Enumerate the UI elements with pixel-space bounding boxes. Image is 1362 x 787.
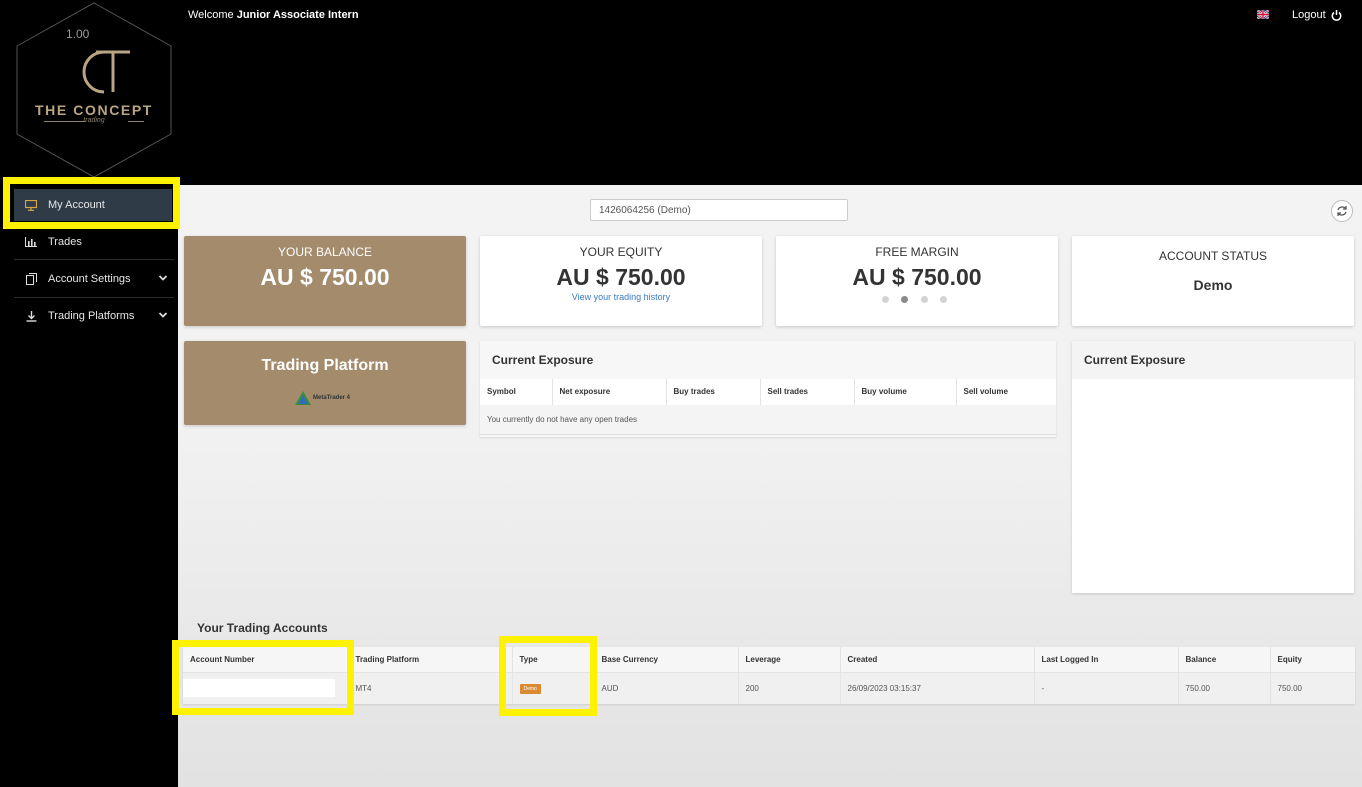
table-row[interactable]: MT4 Demo AUD 200 26/09/2023 03:15:37 - 7… xyxy=(183,672,1355,704)
uk-flag-icon[interactable] xyxy=(1257,10,1269,19)
brand-logo: 1.00 THE CONCEPT trading xyxy=(14,2,174,178)
refresh-button[interactable] xyxy=(1331,200,1353,222)
column-header[interactable]: Base Currency xyxy=(594,647,739,673)
main-content: 1426064256 (Demo) YOUR BALANCE AU $ 750.… xyxy=(178,185,1362,787)
panel-title: Current Exposure xyxy=(1084,353,1186,367)
power-icon xyxy=(1331,9,1342,21)
chevron-down-icon xyxy=(158,312,168,318)
account-status-value: Demo xyxy=(1193,277,1233,293)
equity-card: YOUR EQUITY AU $ 750.00 View your tradin… xyxy=(480,236,762,326)
metatrader-logo: MetaTrader 4 xyxy=(295,391,350,405)
created-cell: 26/09/2023 03:15:37 xyxy=(840,672,1035,704)
balance-card: YOUR BALANCE AU $ 750.00 xyxy=(184,236,466,326)
bar-chart-icon xyxy=(24,235,38,249)
copy-icon xyxy=(24,272,38,286)
exposure-table: Symbol Net exposure Buy trades Sell trad… xyxy=(480,379,1056,406)
trading-accounts-table: Account Number Trading Platform Type Bas… xyxy=(183,647,1355,704)
free-margin-value: AU $ 750.00 xyxy=(852,264,982,290)
column-header[interactable]: Balance xyxy=(1178,647,1271,673)
sidebar-item-trades[interactable]: Trades xyxy=(14,226,172,258)
highlight-type xyxy=(499,636,597,716)
trading-accounts-title: Your Trading Accounts xyxy=(197,621,328,635)
card-title: Trading Platform xyxy=(261,357,389,374)
account-select[interactable]: 1426064256 (Demo) xyxy=(590,199,848,221)
brand-subtitle: trading xyxy=(83,117,105,124)
chevron-down-icon xyxy=(158,275,168,281)
card-title: ACCOUNT STATUS xyxy=(1158,249,1267,263)
column-header[interactable]: Equity xyxy=(1270,647,1355,673)
card-title: YOUR BALANCE xyxy=(277,245,373,259)
column-header[interactable]: Leverage xyxy=(738,647,841,673)
sidebar-item-label: Trades xyxy=(48,236,82,248)
sidebar-item-account-settings[interactable]: Account Settings xyxy=(14,263,172,295)
metatrader-icon xyxy=(295,391,311,405)
balance-value: AU $ 750.00 xyxy=(260,264,390,290)
column-header[interactable]: Net exposure xyxy=(552,379,667,406)
currency-cell: AUD xyxy=(594,672,739,704)
sidebar-item-label: Trading Platforms xyxy=(48,310,135,322)
free-margin-card: FREE MARGIN AU $ 750.00 xyxy=(776,236,1058,326)
panel-title: Current Exposure xyxy=(492,353,594,367)
sidebar-item-trading-platforms[interactable]: Trading Platforms xyxy=(14,300,172,332)
ct-monogram-icon xyxy=(82,50,130,94)
equity-cell: 750.00 xyxy=(1270,672,1355,704)
column-header[interactable]: Sell volume xyxy=(956,379,1056,406)
welcome-message: Welcome Junior Associate Intern xyxy=(188,9,359,21)
carousel-dot[interactable] xyxy=(940,296,947,303)
carousel-dot[interactable] xyxy=(882,296,889,303)
account-status-card: ACCOUNT STATUS Demo xyxy=(1072,236,1354,326)
highlight-account-number xyxy=(172,640,354,715)
card-title: FREE MARGIN xyxy=(875,245,959,259)
equity-value: AU $ 750.00 xyxy=(556,264,686,290)
empty-exposure-message: You currently do not have any open trade… xyxy=(480,405,1056,435)
column-header[interactable]: Trading Platform xyxy=(348,647,513,673)
platform-cell: MT4 xyxy=(348,672,513,704)
balance-cell: 750.00 xyxy=(1178,672,1271,704)
column-header[interactable]: Sell trades xyxy=(760,379,855,406)
last-logged-in-cell: - xyxy=(1034,672,1179,704)
table-header-row: Account Number Trading Platform Type Bas… xyxy=(183,647,1355,673)
column-header[interactable]: Created xyxy=(840,647,1035,673)
app-version: 1.00 xyxy=(66,27,90,41)
trading-platform-card[interactable]: Trading Platform MetaTrader 4 xyxy=(184,341,466,425)
logout-button[interactable]: Logout xyxy=(1292,9,1342,21)
refresh-icon xyxy=(1337,206,1347,216)
leverage-cell: 200 xyxy=(738,672,841,704)
download-icon xyxy=(24,309,38,323)
column-header[interactable]: Symbol xyxy=(480,379,553,406)
sidebar-item-label: Account Settings xyxy=(48,273,131,285)
user-name: Junior Associate Intern xyxy=(236,9,359,21)
current-exposure-chart-panel: Current Exposure xyxy=(1072,341,1354,593)
column-header[interactable]: Buy volume xyxy=(854,379,957,406)
app-root: 1.00 THE CONCEPT trading My Account Trad… xyxy=(0,0,1362,787)
carousel-dot-active[interactable] xyxy=(901,296,908,303)
card-title: YOUR EQUITY xyxy=(579,245,663,259)
column-header[interactable]: Buy trades xyxy=(666,379,761,406)
sidebar: 1.00 THE CONCEPT trading My Account Trad… xyxy=(0,0,178,787)
trading-history-link[interactable]: View your trading history xyxy=(480,292,762,302)
brand-name: THE CONCEPT xyxy=(35,102,153,118)
highlight-my-account xyxy=(3,177,180,229)
carousel-dot[interactable] xyxy=(921,296,928,303)
column-header[interactable]: Last Logged In xyxy=(1034,647,1179,673)
